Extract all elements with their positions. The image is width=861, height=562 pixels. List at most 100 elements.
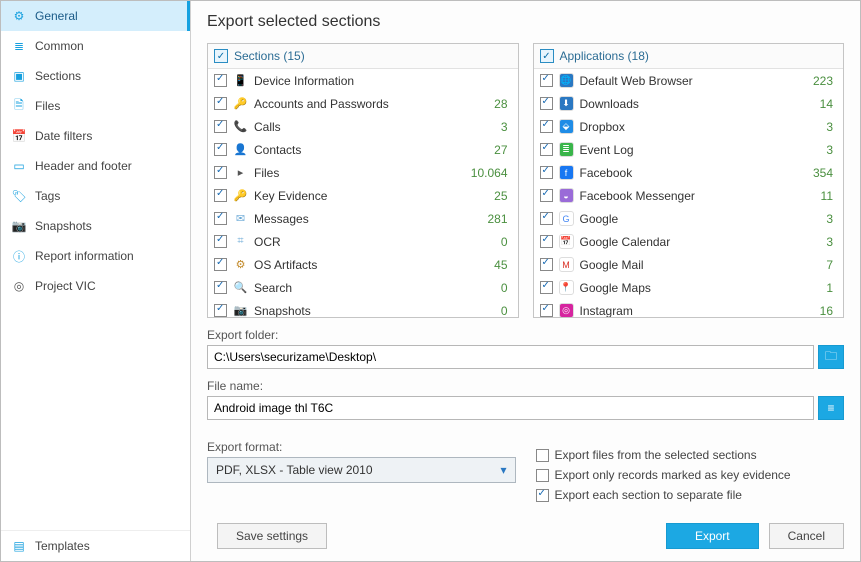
- export-button[interactable]: Export: [666, 523, 759, 549]
- sidebar-item-header-and-footer[interactable]: ▭Header and footer: [1, 151, 190, 181]
- export-format-select[interactable]: PDF, XLSX - Table view 2010 ▾: [207, 457, 516, 483]
- sidebar-templates[interactable]: ▤ Templates: [1, 531, 190, 561]
- export-format-value: PDF, XLSX - Table view 2010: [216, 463, 373, 477]
- app-icon: ◒: [559, 188, 574, 203]
- section-icon: ⌗: [233, 234, 248, 249]
- list-item[interactable]: 📞Calls3: [208, 115, 518, 138]
- checkbox-icon[interactable]: [540, 97, 553, 110]
- list-icon: ≣: [11, 38, 27, 54]
- browse-folder-button[interactable]: 🗀: [818, 345, 844, 369]
- sections-header-label: Sections (15): [234, 49, 305, 63]
- gear-icon: ⚙: [11, 8, 27, 24]
- app-icon: ⬙: [559, 119, 574, 134]
- sidebar-item-general[interactable]: ⚙ General: [1, 1, 190, 31]
- opt-label: Export each section to separate file: [555, 488, 742, 502]
- checkbox-icon[interactable]: [540, 189, 553, 202]
- app-name: Facebook: [580, 166, 807, 180]
- list-item[interactable]: 📅Google Calendar3: [534, 230, 844, 253]
- sidebar-item-date-filters[interactable]: 📅Date filters: [1, 121, 190, 151]
- checkbox-icon[interactable]: [214, 235, 227, 248]
- cancel-button[interactable]: Cancel: [769, 523, 844, 549]
- list-item[interactable]: ⬙Dropbox3: [534, 115, 844, 138]
- sections-header[interactable]: Sections (15): [208, 44, 518, 69]
- list-item[interactable]: 🔑Accounts and Passwords28: [208, 92, 518, 115]
- checkbox-icon[interactable]: [214, 166, 227, 179]
- checkbox-icon[interactable]: [540, 258, 553, 271]
- app-count: 11: [821, 189, 833, 203]
- sections-body[interactable]: 📱Device Information🔑Accounts and Passwor…: [208, 69, 518, 317]
- sections-checkall-icon[interactable]: [214, 49, 228, 63]
- file-name-input[interactable]: [207, 396, 814, 420]
- list-item[interactable]: 🌐Default Web Browser223: [534, 69, 844, 92]
- sidebar-item-common[interactable]: ≣Common: [1, 31, 190, 61]
- opt-export-files[interactable]: Export files from the selected sections: [536, 448, 845, 462]
- checkbox-icon[interactable]: [214, 212, 227, 225]
- checkbox-icon[interactable]: [214, 189, 227, 202]
- list-item[interactable]: ✉Messages281: [208, 207, 518, 230]
- sidebar-item-report-information[interactable]: ⓘReport information: [1, 241, 190, 271]
- sidebar-item-label: Project VIC: [35, 279, 96, 293]
- checkbox-icon[interactable]: [540, 166, 553, 179]
- checkbox-icon[interactable]: [540, 212, 553, 225]
- list-item[interactable]: 🔍Search0: [208, 276, 518, 299]
- section-count: 281: [487, 212, 507, 226]
- list-item[interactable]: 👤Contacts27: [208, 138, 518, 161]
- export-folder-input[interactable]: [207, 345, 814, 369]
- list-item[interactable]: ◒Facebook Messenger11: [534, 184, 844, 207]
- menu-icon: ≡: [827, 401, 834, 415]
- sidebar-item-files[interactable]: 🗎Files: [1, 91, 190, 121]
- section-icon: 📞: [233, 119, 248, 134]
- checkbox-icon: [536, 449, 549, 462]
- list-item[interactable]: 🔑Key Evidence25: [208, 184, 518, 207]
- applications-list: Applications (18) 🌐Default Web Browser22…: [533, 43, 845, 318]
- checkbox-icon[interactable]: [214, 120, 227, 133]
- list-item[interactable]: GGoogle3: [534, 207, 844, 230]
- checkbox-icon[interactable]: [540, 235, 553, 248]
- list-item[interactable]: ⬇Downloads14: [534, 92, 844, 115]
- list-item[interactable]: MGoogle Mail7: [534, 253, 844, 276]
- checkbox-icon: [536, 489, 549, 502]
- opt-key-evidence[interactable]: Export only records marked as key eviden…: [536, 468, 845, 482]
- app-count: 16: [820, 304, 833, 318]
- file-name-options-button[interactable]: ≡: [818, 396, 844, 420]
- sidebar-item-sections[interactable]: ▣Sections: [1, 61, 190, 91]
- list-item[interactable]: 📱Device Information: [208, 69, 518, 92]
- app-icon: M: [559, 257, 574, 272]
- checkbox-icon[interactable]: [540, 143, 553, 156]
- list-item[interactable]: ⚙OS Artifacts45: [208, 253, 518, 276]
- main-panel: Export selected sections Sections (15) 📱…: [191, 1, 860, 561]
- checkbox-icon[interactable]: [540, 304, 553, 317]
- list-item[interactable]: ◎Instagram16: [534, 299, 844, 317]
- app-name: Google Mail: [580, 258, 821, 272]
- list-item[interactable]: ⌗OCR0: [208, 230, 518, 253]
- sidebar-item-tags[interactable]: 🏷Tags: [1, 181, 190, 211]
- applications-header[interactable]: Applications (18): [534, 44, 844, 69]
- opt-separate-file[interactable]: Export each section to separate file: [536, 488, 845, 502]
- checkbox-icon[interactable]: [540, 120, 553, 133]
- list-item[interactable]: 📷Snapshots0: [208, 299, 518, 317]
- app-count: 3: [826, 120, 833, 134]
- section-name: Files: [254, 166, 465, 180]
- sidebar-item-snapshots[interactable]: 📷Snapshots: [1, 211, 190, 241]
- list-item[interactable]: ≣Event Log3: [534, 138, 844, 161]
- applications-checkall-icon[interactable]: [540, 49, 554, 63]
- list-item[interactable]: ▸Files10.064: [208, 161, 518, 184]
- app-count: 223: [813, 74, 833, 88]
- sidebar-item-label: General: [35, 9, 78, 23]
- checkbox-icon[interactable]: [214, 74, 227, 87]
- sections-list: Sections (15) 📱Device Information🔑Accoun…: [207, 43, 519, 318]
- checkbox-icon[interactable]: [540, 74, 553, 87]
- page-title: Export selected sections: [207, 9, 844, 43]
- checkbox-icon[interactable]: [214, 281, 227, 294]
- list-item[interactable]: fFacebook354: [534, 161, 844, 184]
- app-icon: ◎: [559, 303, 574, 317]
- list-item[interactable]: 📍Google Maps1: [534, 276, 844, 299]
- checkbox-icon[interactable]: [214, 304, 227, 317]
- checkbox-icon[interactable]: [214, 143, 227, 156]
- checkbox-icon[interactable]: [540, 281, 553, 294]
- checkbox-icon[interactable]: [214, 97, 227, 110]
- sidebar-item-project-vic[interactable]: ◎Project VIC: [1, 271, 190, 301]
- save-settings-button[interactable]: Save settings: [217, 523, 327, 549]
- checkbox-icon[interactable]: [214, 258, 227, 271]
- applications-body[interactable]: 🌐Default Web Browser223⬇Downloads14⬙Drop…: [534, 69, 844, 317]
